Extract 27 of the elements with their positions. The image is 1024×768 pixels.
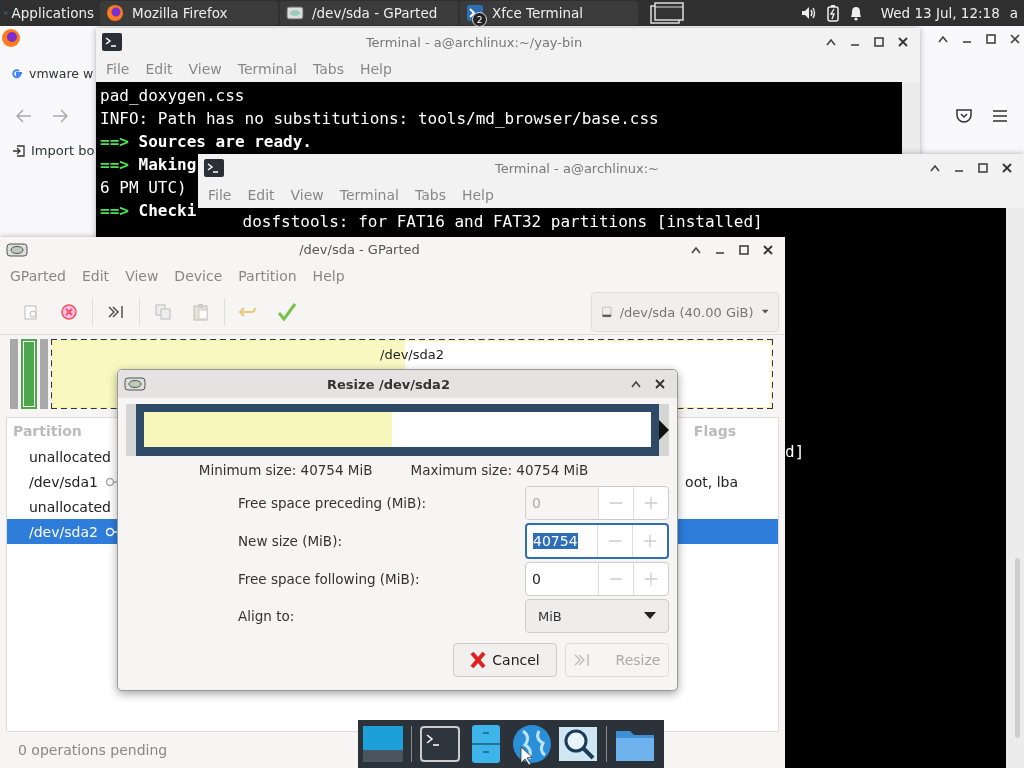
terminal-line: dosfstools: for FAT16 and FAT32 partitions [installed] — [241, 212, 763, 231]
minimum-size-label: Minimum size: 40754 MiB — [198, 462, 373, 478]
terminal-line: INFO: Path has no substitutions: tools/md_browser/base.css — [100, 109, 659, 128]
terminal-line: Making — [138, 155, 197, 174]
status-text: 0 operations pending — [18, 742, 168, 758]
window-title: /dev/sda - GParted — [298, 242, 421, 257]
field-label: Free space following (MiB): — [238, 571, 421, 587]
table-cell: /dev/sda2 — [29, 523, 98, 540]
field-label: New size (MiB): — [238, 533, 343, 549]
window-title: Terminal - a@archlinux:~ — [494, 160, 660, 176]
terminal-line: d] — [785, 442, 805, 461]
dialog-title: Resize /dev/sda2 — [326, 376, 451, 392]
prompt-arrow: ==> — [100, 201, 129, 220]
terminal-line: 6 PM UTC) — [100, 178, 187, 197]
table-cell: oot, lba — [685, 473, 738, 490]
window-title: Terminal - a@archlinux:~/yay-bin — [364, 34, 584, 50]
table-cell: unallocated — [29, 448, 111, 465]
field-label: Free space preceding (MiB): — [238, 495, 428, 511]
prompt-arrow: ==> — [100, 155, 129, 174]
partition-label: /dev/sda2 — [380, 347, 444, 362]
maximum-size-label: Maximum size: 40754 MiB — [410, 462, 589, 478]
terminal-line: Checki — [138, 201, 197, 220]
table-cell: /dev/sda1 — [29, 473, 98, 490]
terminal-line: pad_doxygen.css — [100, 86, 245, 105]
terminal-line: Sources are ready. — [138, 132, 312, 151]
prompt-arrow: ==> — [100, 132, 129, 151]
field-label: Align to: — [238, 608, 296, 624]
